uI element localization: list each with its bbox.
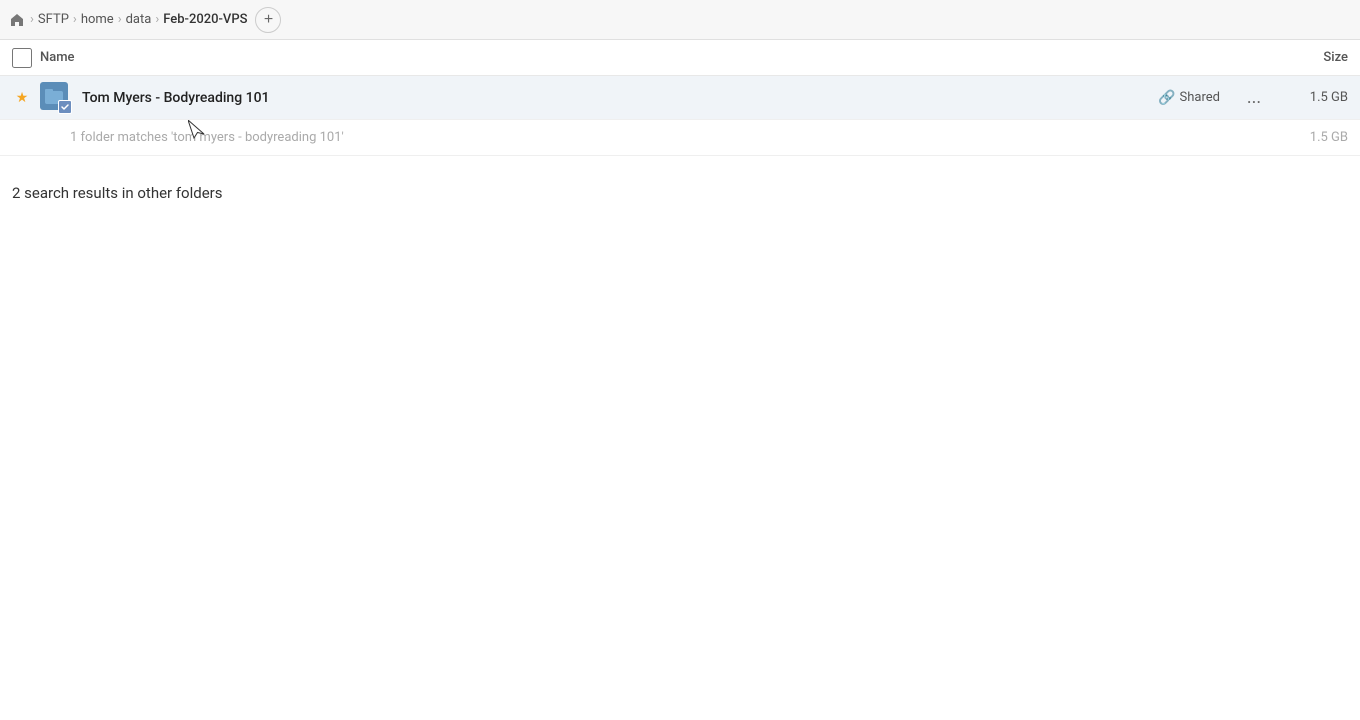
sep-3: › [118,12,122,27]
more-options-button[interactable]: ... [1240,84,1268,112]
sep-4: › [155,12,159,27]
folder-match-size: 1.5 GB [1278,130,1348,145]
table-row[interactable]: ★ Tom Myers - Bodyreading 101 🔗 Shared .… [0,76,1360,120]
add-tab-button[interactable]: + [255,7,281,33]
folder-match-row: 1 folder matches 'tom myers - bodyreadin… [0,120,1360,156]
link-icon: 🔗 [1158,90,1175,106]
file-name: Tom Myers - Bodyreading 101 [82,90,1158,106]
breadcrumb-feb2020vps[interactable]: Feb-2020-VPS [163,12,247,27]
star-button[interactable]: ★ [12,88,32,108]
sep-1: › [30,12,34,27]
shared-label: Shared [1180,90,1220,105]
size-column-header: Size [1268,50,1348,65]
shared-badge: 🔗 Shared [1158,90,1220,106]
breadcrumb-home[interactable] [8,11,26,29]
select-all-checkbox[interactable] [12,48,32,68]
breadcrumb: › SFTP › home › data › Feb-2020-VPS + [8,7,281,33]
file-size: 1.5 GB [1278,90,1348,105]
name-column-header: Name [40,50,1268,65]
file-icon-overlay [58,100,72,114]
breadcrumb-data[interactable]: data [126,12,152,27]
sep-2: › [73,12,77,27]
folder-match-text: 1 folder matches 'tom myers - bodyreadin… [70,130,1278,145]
breadcrumb-sftp[interactable]: SFTP [38,12,69,27]
other-results-section: 2 search results in other folders [0,156,1360,202]
home-icon [8,11,26,29]
breadcrumb-home-dir[interactable]: home [81,12,114,27]
other-results-title: 2 search results in other folders [12,184,223,202]
topbar: › SFTP › home › data › Feb-2020-VPS + [0,0,1360,40]
file-list-header: Name Size [0,40,1360,76]
file-icon [40,82,72,114]
